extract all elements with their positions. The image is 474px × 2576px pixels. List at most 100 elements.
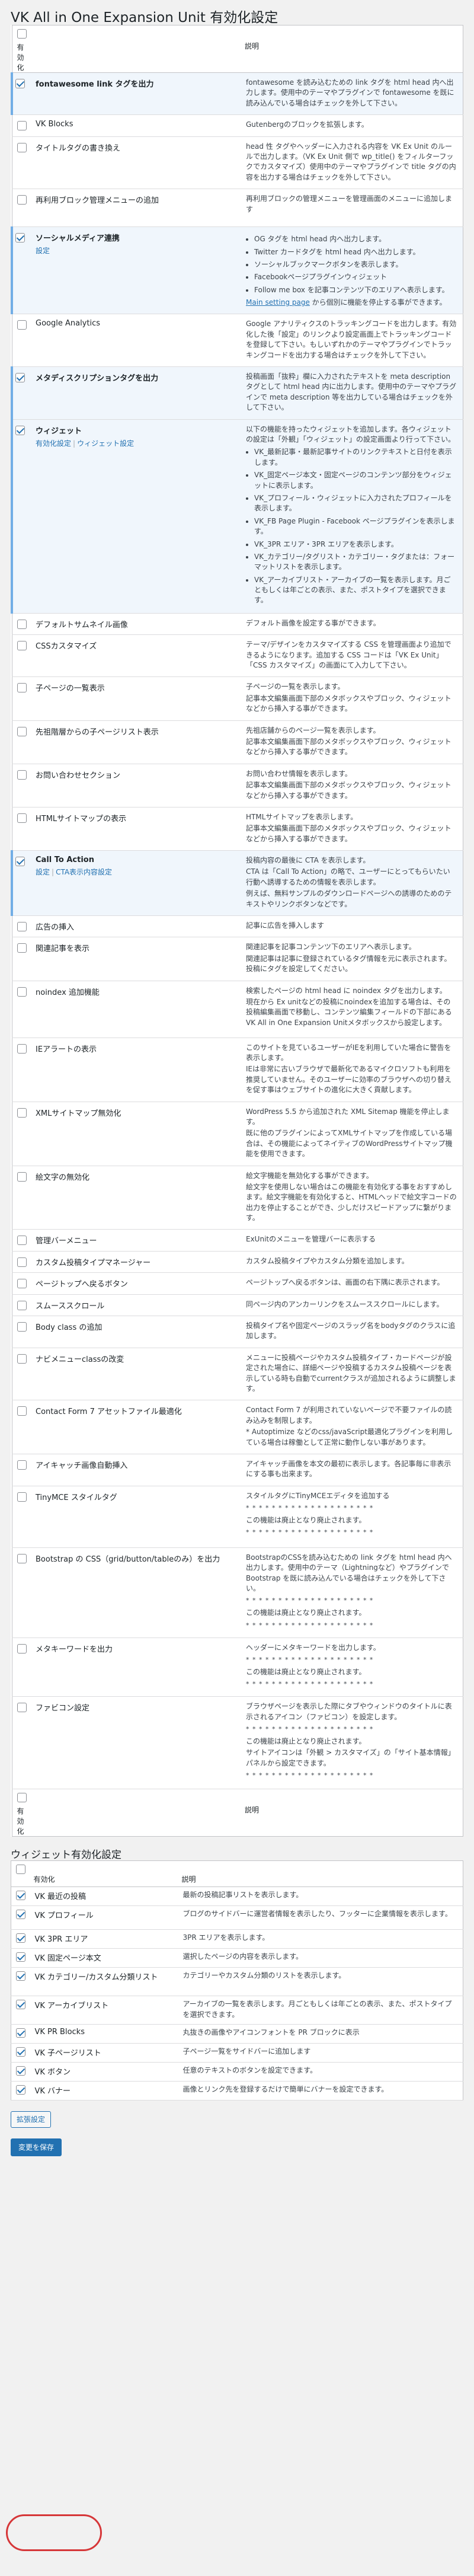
package-checkbox[interactable] [17, 922, 27, 932]
package-checkbox-cell [12, 1102, 30, 1166]
widget-checkbox[interactable] [16, 1933, 25, 1943]
feature-list-item: ソーシャルブックマークボタンを表示します。 [254, 260, 457, 270]
packages-table: 有効化 説明 fontawesome link タグを出力 fontawesome… [11, 25, 463, 1837]
package-checkbox[interactable] [17, 726, 27, 736]
package-checkbox[interactable] [17, 1043, 27, 1054]
package-links: 有効化設定 | ウィジェット設定 [36, 438, 234, 448]
widget-settings-button[interactable]: 拡張設定 [11, 2111, 52, 2128]
widget-checkbox[interactable] [16, 1910, 25, 1920]
package-checkbox[interactable] [17, 1703, 27, 1713]
package-checkbox-cell [11, 226, 30, 315]
package-settings-link[interactable]: 設定 [36, 247, 50, 255]
package-description: ヘッダーにメタキーワードを出力します。 * * * * * * * * * * *… [240, 1637, 463, 1697]
save-wrap: 変更を保存 [11, 2138, 463, 2157]
description-text: ブラウザページを表示した際にタブやウィンドウのタイトルに表示されるアイコン（ファ… [246, 1702, 452, 1721]
package-checkbox[interactable] [17, 619, 27, 629]
description-text: 再利用ブロックの管理メニューを管理画面のメニューに追加します [246, 194, 453, 213]
select-all-footer-checkbox[interactable] [17, 1793, 27, 1803]
package-checkbox[interactable] [17, 683, 27, 693]
widget-checkbox[interactable] [16, 1971, 25, 1981]
package-description: お問い合わせ情報を表示します。 記事本文編集画面下部のメタボックスやブロック、ウィ… [240, 764, 463, 807]
package-checkbox[interactable] [15, 425, 25, 435]
package-checkbox[interactable] [17, 943, 27, 953]
package-row: noindex 追加機能 検索したページの html head に noindex… [12, 981, 463, 1038]
package-checkbox-cell [12, 915, 30, 938]
package-checkbox[interactable] [17, 1279, 27, 1289]
package-checkbox[interactable] [17, 1322, 27, 1332]
package-checkbox-cell [11, 72, 30, 116]
package-checkbox[interactable] [17, 142, 27, 152]
widget-checkbox[interactable] [16, 1891, 25, 1901]
widget-checkbox[interactable] [16, 2028, 25, 2038]
widget-checkbox[interactable] [16, 2000, 25, 2010]
select-all-checkbox[interactable] [17, 29, 27, 39]
package-name-cell: カスタム投稿タイプマネージャー [30, 1251, 240, 1273]
package-name: HTMLサイトマップの表示 [36, 814, 127, 823]
widget-checkbox[interactable] [16, 2085, 25, 2095]
package-checkbox[interactable] [17, 1643, 27, 1654]
package-settings-link[interactable]: ウィジェット設定 [77, 439, 134, 448]
package-checkbox[interactable] [15, 373, 25, 383]
widget-row: VK 固定ページ本文 選択したページの内容を表示します。 [11, 1948, 463, 1968]
package-name-cell: XMLサイトマップ無効化 [30, 1102, 240, 1166]
package-name-cell: Google Analytics [30, 314, 240, 368]
package-checkbox[interactable] [17, 641, 27, 651]
deprecation-divider: * * * * * * * * * * * * * * * * * * * * [246, 1655, 374, 1664]
description-text: 絵文字を使用しない場合はこの機能を有効化する事をおすすめします。絵文字機能を有効… [246, 1182, 457, 1222]
save-button[interactable]: 変更を保存 [11, 2138, 62, 2157]
package-name-cell: 関連記事を表示 [30, 937, 240, 981]
package-checkbox[interactable] [17, 1172, 27, 1182]
package-checkbox[interactable] [17, 770, 27, 780]
description-text: 投稿タイプ名や固定ページのスラッグ名をbodyタグのクラスに追加します。 [246, 1321, 456, 1340]
package-checkbox[interactable] [15, 79, 25, 88]
package-checkbox[interactable] [17, 1236, 27, 1246]
package-name-cell: 再利用ブロック管理メニューの追加 [30, 189, 240, 228]
package-checkbox[interactable] [17, 1460, 27, 1470]
package-settings-link[interactable]: 有効化設定 [36, 439, 71, 448]
widget-description: アーカイブの一覧を表示します。月ごともしくは年ごとの表示、また、ポストタイプを選… [177, 1996, 463, 2025]
package-checkbox[interactable] [17, 1300, 27, 1310]
package-checkbox[interactable] [17, 813, 27, 823]
package-checkbox[interactable] [17, 1354, 27, 1364]
widget-select-all-cell [11, 1860, 29, 1888]
description-text: お問い合わせ情報を表示します。 [246, 769, 352, 778]
package-checkbox-cell [12, 1400, 30, 1454]
package-description: 絵文字機能を無効化する事ができます。 絵文字を使用しない場合はこの機能を有効化する… [240, 1166, 463, 1230]
package-description: テーマ/デザインをカスタマイズする CSS を管理画面より追加できるようになりま… [240, 634, 463, 678]
package-checkbox[interactable] [17, 1257, 27, 1267]
package-description: 記事に広告を挿入します [240, 915, 463, 938]
widget-checkbox[interactable] [16, 2047, 25, 2057]
package-name-cell: noindex 追加機能 [30, 981, 240, 1038]
package-description: スタイルタグにTinyMCEエディタを追加する * * * * * * * * *… [240, 1486, 463, 1548]
package-settings-link[interactable]: CTA表示内容設定 [56, 868, 112, 876]
package-checkbox[interactable] [17, 320, 27, 330]
package-checkbox[interactable] [17, 1406, 27, 1416]
package-name-cell: ナビメニューclassの改変 [30, 1348, 240, 1401]
package-checkbox[interactable] [15, 857, 25, 867]
main-setting-page-link[interactable]: Main setting page [246, 298, 310, 307]
widget-select-all-checkbox[interactable] [16, 1865, 25, 1875]
widget-checkbox[interactable] [16, 1952, 25, 1962]
page-title: VK All in One Expansion Unit 有効化設定 [11, 10, 278, 25]
widget-name: VK カテゴリー/カスタム分類リスト [28, 1967, 177, 1997]
packages-body: fontawesome link タグを出力 fontawesome を読み込むた… [11, 72, 463, 1790]
package-checkbox[interactable] [17, 195, 27, 205]
package-checkbox[interactable] [17, 987, 27, 997]
select-all-cell: 有効化 [12, 25, 30, 73]
package-description: このサイトを見ているユーザーがIEを利用していた場合に警告を表示します。 IEは非… [240, 1038, 463, 1102]
package-checkbox[interactable] [17, 1553, 27, 1563]
widget-checkbox[interactable] [16, 2066, 25, 2076]
package-settings-link[interactable]: 設定 [36, 868, 50, 876]
package-row: ナビメニューclassの改変 メニューに投稿ページやカスタム投稿タイプ・カードペー… [12, 1348, 463, 1401]
package-checkbox[interactable] [17, 121, 27, 131]
description-text: メニューに投稿ページやカスタム投稿タイプ・カードページが設定された場合に、詳細ペ… [246, 1353, 456, 1393]
package-checkbox[interactable] [17, 1107, 27, 1118]
widget-row: VK 3PR エリア 3PR エリアを表示します。 [11, 1929, 463, 1949]
enable-footer: 有効化 [17, 1807, 24, 1836]
description-text: 先祖店舗からのページ一覧を表示します。 [246, 726, 380, 735]
feature-list-item: Twitter カードタグを html head 内へ出力します。 [254, 247, 457, 257]
package-checkbox[interactable] [17, 1492, 27, 1502]
package-checkbox[interactable] [15, 233, 25, 243]
package-checkbox-cell [12, 764, 30, 807]
package-row: IEアラートの表示 このサイトを見ているユーザーがIEを利用していた場合に警告を表… [12, 1038, 463, 1102]
